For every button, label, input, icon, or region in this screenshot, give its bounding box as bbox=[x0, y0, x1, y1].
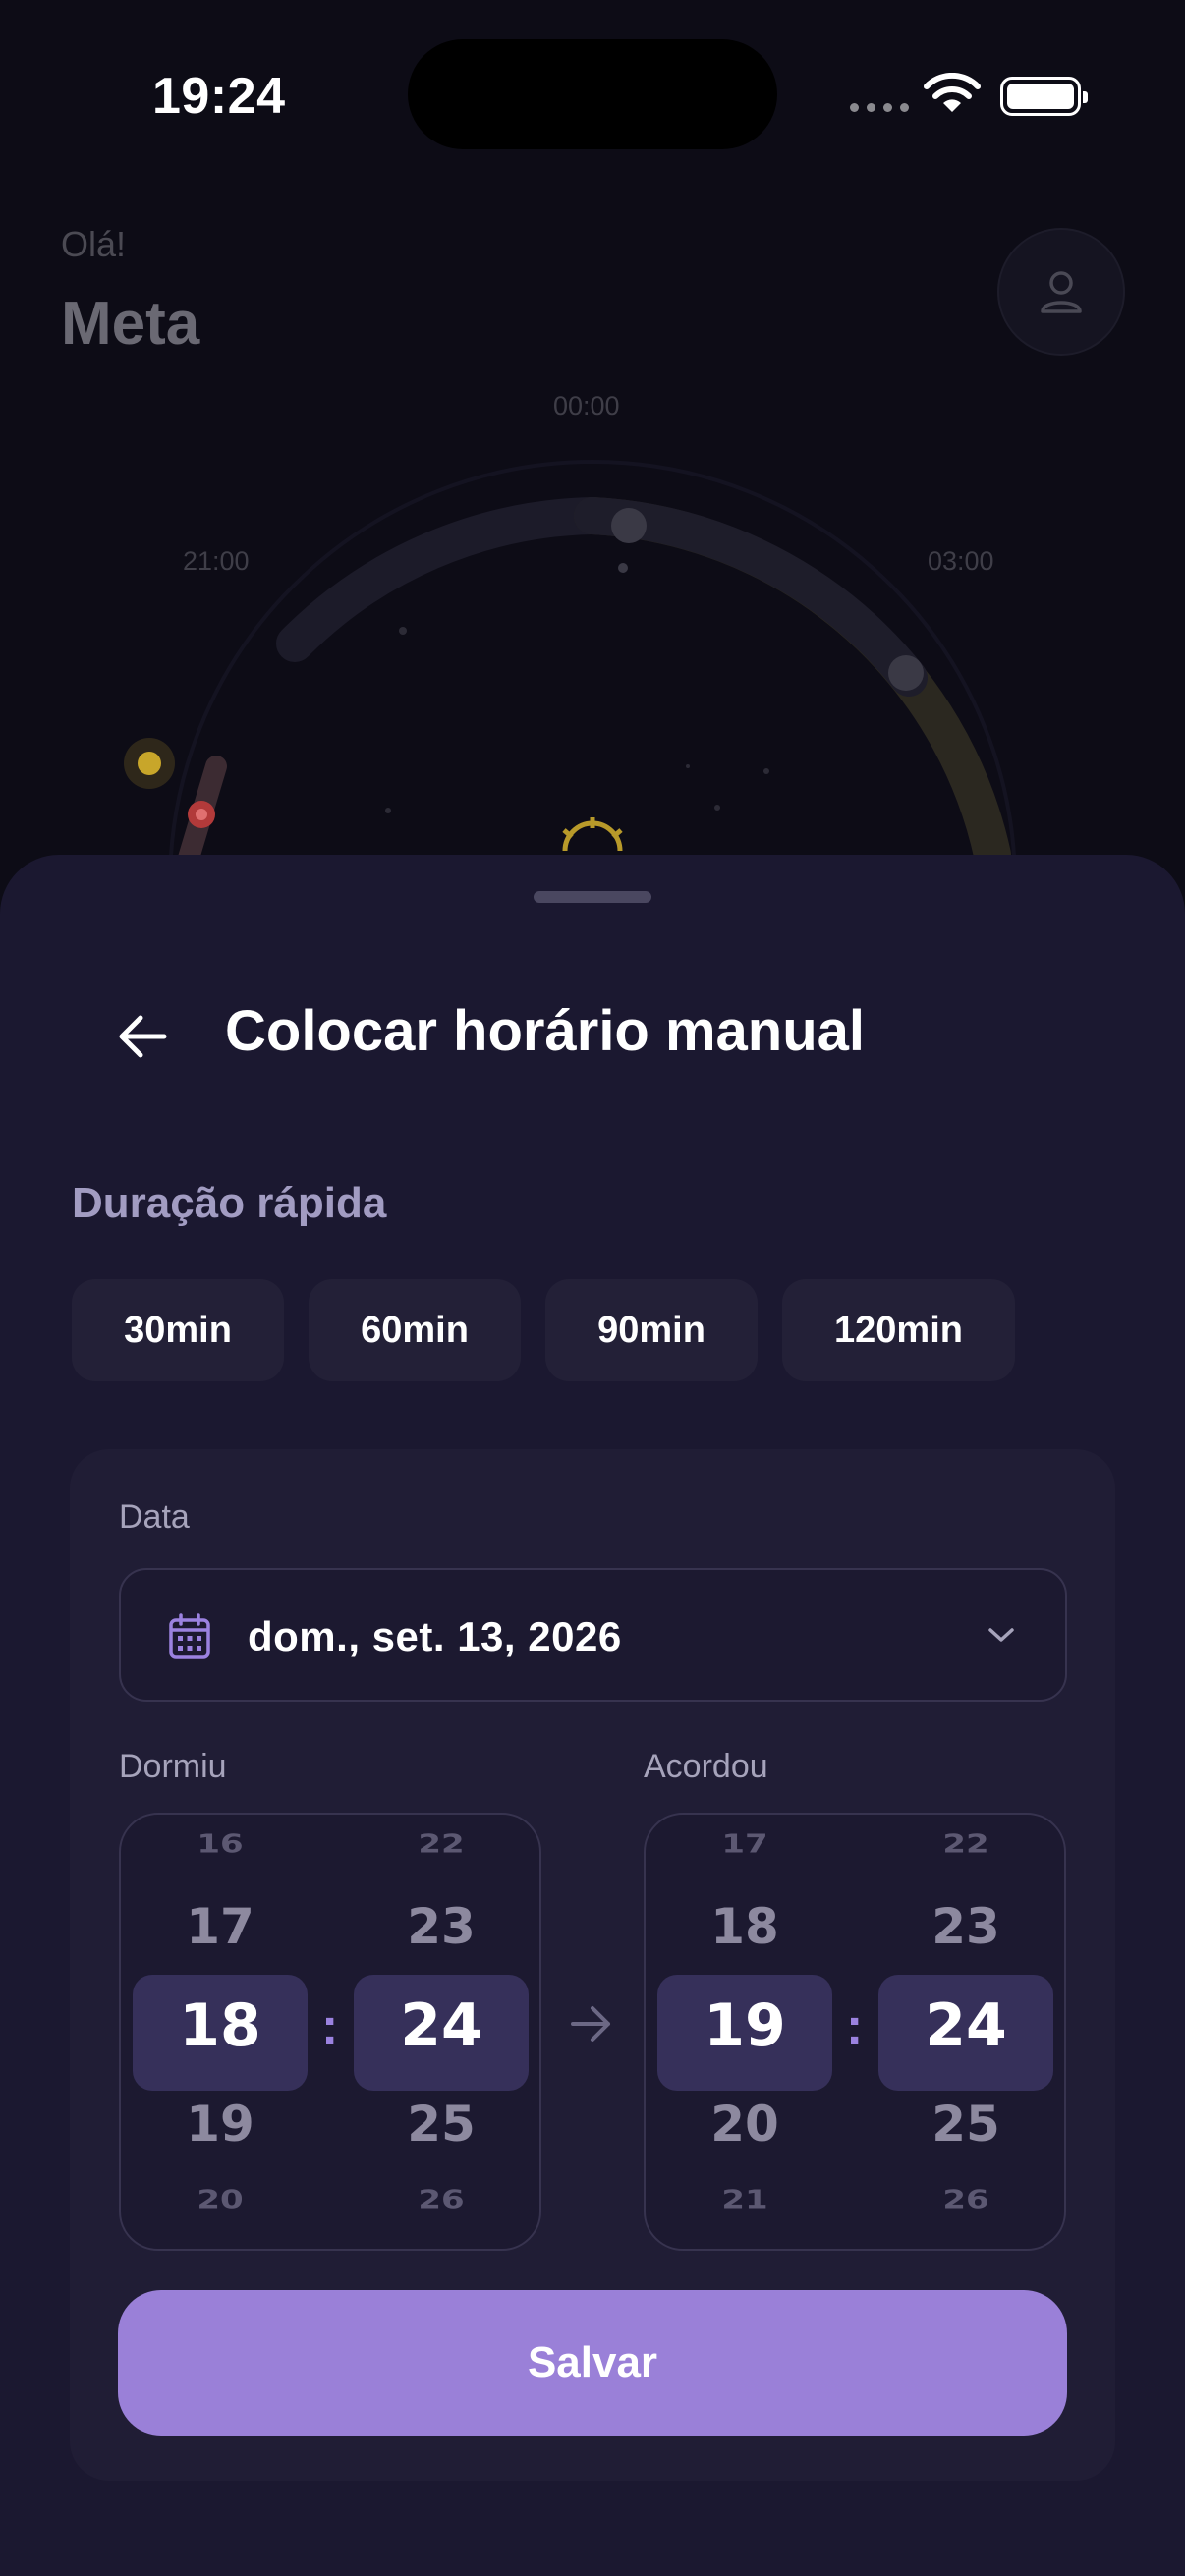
greeting-text: Olá! bbox=[61, 224, 127, 264]
wheel-option[interactable]: 26 bbox=[354, 2185, 529, 2214]
wheel-option[interactable]: 23 bbox=[878, 1898, 1053, 1955]
wheel-option[interactable]: 22 bbox=[878, 1829, 1053, 1859]
save-button[interactable]: Salvar bbox=[118, 2290, 1067, 2436]
status-time: 19:24 bbox=[152, 68, 286, 125]
user-icon bbox=[1041, 271, 1082, 313]
slept-minute-wheel[interactable]: 22 23 24 25 26 bbox=[354, 1815, 529, 2249]
wheel-option[interactable]: 18 bbox=[657, 1898, 832, 1955]
selected-minute[interactable]: 24 bbox=[878, 1991, 1053, 2060]
wheel-option[interactable]: 25 bbox=[354, 2096, 529, 2153]
time-separator: : bbox=[321, 1998, 339, 2055]
quick-duration-label: Duração rápida bbox=[72, 1179, 387, 1227]
dynamic-island bbox=[408, 39, 777, 149]
clock-label-midnight: 00:00 bbox=[553, 391, 620, 420]
wheel-option[interactable]: 25 bbox=[878, 2096, 1053, 2153]
woke-time-picker: 17 18 19 20 21 : 22 23 24 25 26 bbox=[644, 1813, 1066, 2251]
sheet-title: Colocar horário manual bbox=[225, 999, 866, 1063]
wifi-icon bbox=[924, 73, 981, 112]
woke-minute-wheel[interactable]: 22 23 24 25 26 bbox=[878, 1815, 1053, 2249]
home-title: Meta bbox=[61, 290, 200, 358]
profile-button[interactable] bbox=[997, 228, 1125, 356]
slept-time-picker: 16 17 18 19 20 : 22 23 24 25 26 bbox=[119, 1813, 541, 2251]
duration-chip-90[interactable]: 90min bbox=[545, 1279, 758, 1381]
wheel-option[interactable]: 20 bbox=[657, 2096, 832, 2153]
calendar-icon bbox=[169, 1613, 210, 1659]
selected-hour[interactable]: 18 bbox=[133, 1991, 308, 2060]
arrow-right-icon bbox=[571, 2006, 610, 2042]
manual-entry-card: Data dom., set. 13, 2026 Dormiu Acordou … bbox=[70, 1449, 1115, 2481]
wheel-option[interactable]: 20 bbox=[133, 2185, 308, 2214]
selected-minute[interactable]: 24 bbox=[354, 1991, 529, 2060]
status-bar: 19:24 bbox=[0, 0, 1185, 187]
date-label: Data bbox=[119, 1498, 190, 1536]
clock-label-right: 03:00 bbox=[928, 546, 994, 576]
woke-label: Acordou bbox=[644, 1748, 768, 1785]
battery-icon bbox=[1000, 77, 1088, 116]
woke-hour-wheel[interactable]: 17 18 19 20 21 bbox=[657, 1815, 832, 2249]
manual-time-sheet: Colocar horário manual Duração rápida 30… bbox=[0, 855, 1185, 2576]
wheel-option[interactable]: 19 bbox=[133, 2096, 308, 2153]
wheel-option[interactable]: 22 bbox=[354, 1829, 529, 1859]
slept-hour-wheel[interactable]: 16 17 18 19 20 bbox=[133, 1815, 308, 2249]
quick-duration-options: 30min 60min 90min 120min bbox=[72, 1279, 1015, 1381]
date-picker-field[interactable]: dom., set. 13, 2026 bbox=[119, 1568, 1067, 1702]
arrow-left-icon bbox=[119, 1015, 167, 1058]
wheel-option[interactable]: 16 bbox=[133, 1829, 308, 1859]
wheel-option[interactable]: 17 bbox=[133, 1898, 308, 1955]
wheel-option[interactable]: 17 bbox=[657, 1829, 832, 1859]
wheel-option[interactable]: 26 bbox=[878, 2185, 1053, 2214]
cellular-signal-icon bbox=[850, 103, 909, 112]
date-value: dom., set. 13, 2026 bbox=[248, 1613, 622, 1659]
wheel-option[interactable]: 23 bbox=[354, 1898, 529, 1955]
duration-chip-60[interactable]: 60min bbox=[309, 1279, 521, 1381]
slept-label: Dormiu bbox=[119, 1748, 227, 1785]
sheet-grabber[interactable] bbox=[534, 891, 651, 903]
duration-chip-30[interactable]: 30min bbox=[72, 1279, 284, 1381]
duration-chip-120[interactable]: 120min bbox=[782, 1279, 1015, 1381]
selected-hour[interactable]: 19 bbox=[657, 1991, 832, 2060]
chevron-down-icon bbox=[988, 1628, 1014, 1642]
wheel-option[interactable]: 21 bbox=[657, 2185, 832, 2214]
time-separator: : bbox=[846, 1998, 864, 2055]
clock-label-left: 21:00 bbox=[183, 546, 250, 576]
back-button[interactable] bbox=[108, 1002, 177, 1071]
